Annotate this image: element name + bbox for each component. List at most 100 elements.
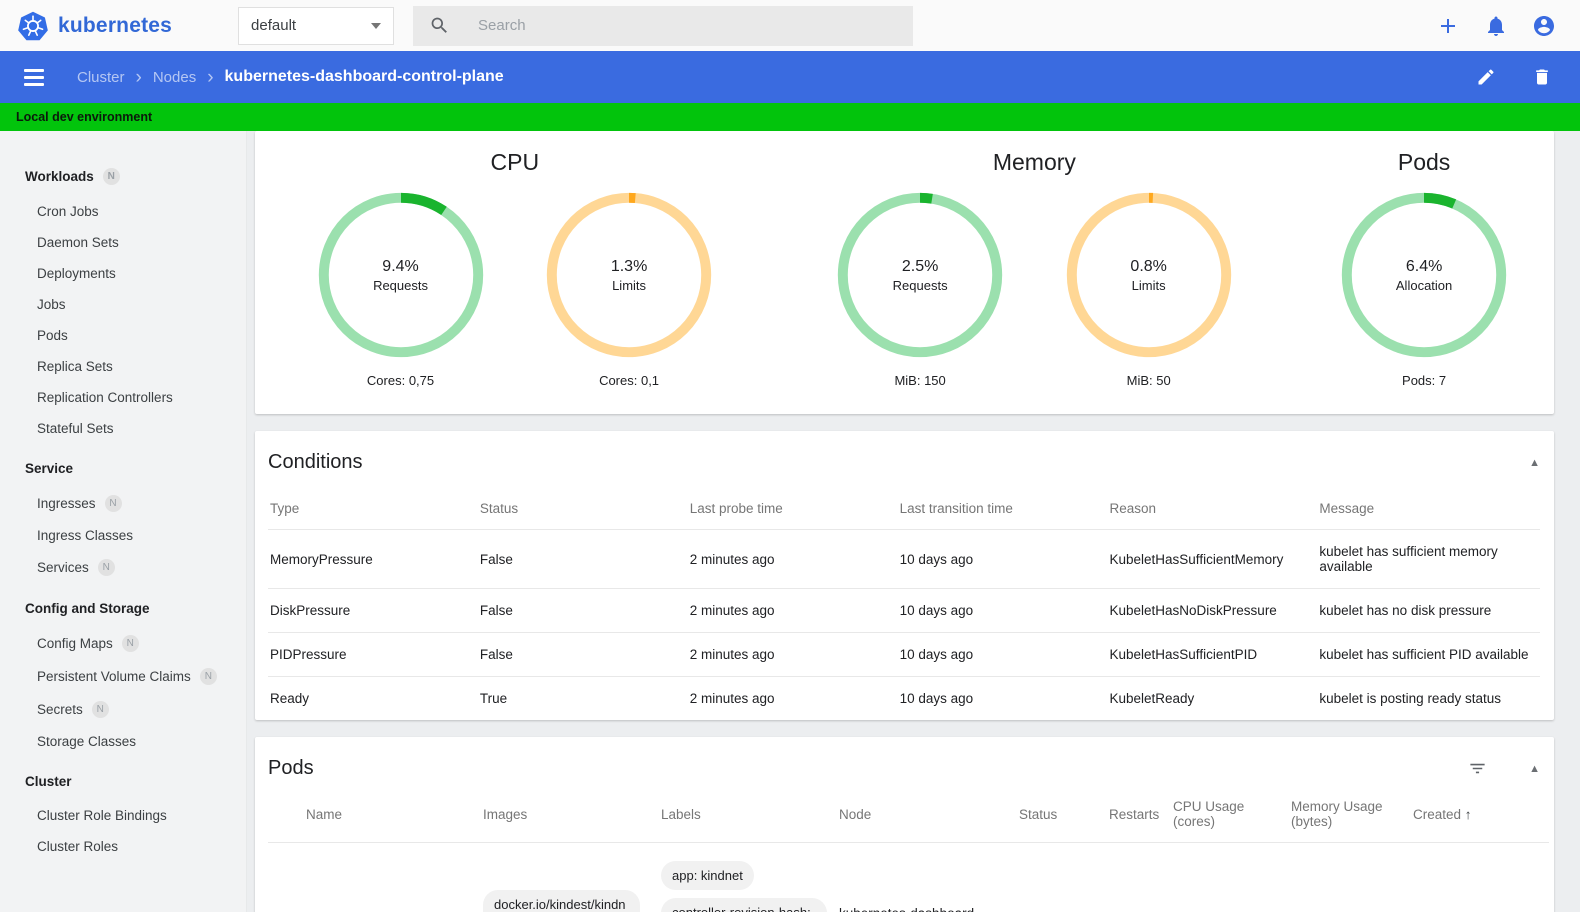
sidebar-item-label: Storage Classes — [37, 734, 137, 749]
sidebar-item-stateful-sets[interactable]: Stateful Sets — [0, 413, 246, 444]
donut-footer-label: MiB: 150 — [894, 373, 946, 388]
pods-column-memory-usage-bytes-[interactable]: Memory Usage (bytes) — [1289, 786, 1411, 843]
donut-allocation: 6.4% Allocation Pods: 7 — [1341, 192, 1507, 388]
donut-chart: 6.4% Allocation — [1341, 192, 1507, 358]
image-chip: docker.io/kindest/kindnetd:v20230511-dc7… — [483, 889, 640, 912]
pods-column-restarts[interactable]: Restarts — [1107, 786, 1171, 843]
sidebar-item-label: Pods — [37, 328, 68, 343]
condition-cell: Ready — [270, 691, 310, 706]
donut-row: 2.5% Requests MiB: 150 0.8% Limits MiB: 50 — [775, 192, 1295, 388]
pods-column-cpu-usage-cores-[interactable]: CPU Usage (cores) — [1171, 786, 1289, 843]
sidebar-item-cron-jobs[interactable]: Cron Jobs — [0, 196, 246, 227]
breadcrumb-item-cluster[interactable]: Cluster — [77, 69, 125, 86]
pod-status-dot-cell — [268, 843, 304, 912]
sidebar-item-storage-classes[interactable]: Storage Classes — [0, 726, 246, 757]
conditions-column-last-probe-time: Last probe time — [687, 488, 898, 530]
resource-actions — [1474, 65, 1554, 89]
sidebar-item-replica-sets[interactable]: Replica Sets — [0, 351, 246, 382]
bell-icon — [1488, 16, 1504, 36]
sidebar-item-ingresses[interactable]: Ingresses N — [0, 487, 246, 520]
donut-percent: 9.4% — [382, 257, 419, 275]
donut-footer-label: Cores: 0,75 — [366, 373, 435, 388]
sidebar-section-cluster: Cluster — [0, 762, 246, 800]
page-body: Workloads N Cron Jobs Daemon Sets Deployment… — [0, 131, 1580, 912]
new-badge: N — [199, 668, 217, 685]
donut-chart: 2.5% Requests — [837, 192, 1003, 358]
sidebar-item-label: Jobs — [37, 297, 66, 312]
conditions-table-header: Type Status Last probe time Last transition… — [268, 488, 1540, 530]
condition-row: Ready True 2 minutes ago 10 days ago Kubelet… — [268, 677, 1540, 721]
create-resource-button[interactable] — [1436, 14, 1460, 38]
allocation-group-cpu: CPU 9.4% Requests Cores: 0,75 1.3% Limits Core… — [255, 147, 775, 388]
edit-resource-button[interactable] — [1474, 65, 1498, 89]
allocation-group-pods: Pods 6.4% Allocation Pods: 7 — [1294, 147, 1554, 388]
delete-resource-button[interactable] — [1530, 65, 1554, 89]
dropdown-caret-icon — [371, 22, 382, 29]
pod-images-cell: docker.io/kindest/kindnetd:v20230511-dc7… — [481, 843, 659, 912]
donut-metric-label: Allocation — [1395, 277, 1453, 293]
conditions-column-reason: Reason — [1107, 488, 1318, 530]
sidebar-item-label: Ingress Classes — [37, 528, 134, 543]
trash-icon — [1536, 69, 1548, 85]
namespace-selector[interactable]: default — [238, 6, 395, 45]
sidebar-item-cluster-roles[interactable]: Cluster Roles — [0, 831, 246, 862]
sidebar-item-ingress-classes[interactable]: Ingress Classes — [0, 520, 246, 551]
pods-column-status[interactable]: Status — [1017, 786, 1107, 843]
new-badge: N — [121, 635, 139, 652]
account-button[interactable] — [1532, 14, 1556, 38]
search-bar[interactable] — [413, 5, 914, 46]
sidebar-item-jobs[interactable]: Jobs — [0, 289, 246, 320]
sidebar-item-daemon-sets[interactable]: Daemon Sets — [0, 227, 246, 258]
condition-cell: DiskPressure — [268, 588, 478, 633]
sidebar-item-label: Ingresses — [37, 496, 96, 511]
condition-cell: kubelet has sufficient PID available — [1317, 632, 1540, 677]
label-chip: app: kindnet — [661, 861, 754, 890]
donut-center-label: 2.5% Requests — [837, 192, 1003, 358]
new-badge: N — [102, 168, 120, 185]
sidebar-item-secrets[interactable]: Secrets N — [0, 693, 246, 726]
notifications-button[interactable] — [1484, 14, 1508, 38]
condition-row: DiskPressure False 2 minutes ago 10 days ag… — [268, 588, 1540, 633]
condition-cell: kubelet is posting ready status — [1319, 691, 1501, 706]
condition-cell: False — [477, 588, 688, 633]
donut-chart: 1.3% Limits — [546, 192, 712, 358]
pods-column-created[interactable]: Created — [1411, 786, 1511, 843]
donut-row: 9.4% Requests Cores: 0,75 1.3% Limits Cores: … — [255, 192, 775, 388]
search-input[interactable] — [476, 16, 898, 35]
sidebar-item-label: Cluster Role Bindings — [37, 808, 167, 823]
donut-footer-label: MiB: 50 — [1126, 373, 1171, 388]
pods-title: Pods — [268, 757, 314, 779]
condition-cell: KubeletHasSufficientMemory — [1107, 529, 1318, 589]
sidebar-item-services[interactable]: Services N — [0, 551, 246, 584]
account-circle-icon — [1534, 15, 1554, 36]
pods-column-node[interactable]: Node — [837, 786, 1017, 843]
condition-cell: 2 minutes ago — [687, 529, 898, 589]
pods-table: Name Images Labels Node Status Restarts CPU Us… — [268, 786, 1549, 912]
sidebar-item-cluster-role-bindings[interactable]: Cluster Role Bindings — [0, 800, 246, 831]
menu-button[interactable] — [24, 68, 44, 86]
kubernetes-logo-link[interactable]: kubernetes — [18, 11, 172, 41]
allocation-group-title: Pods — [1397, 149, 1451, 175]
pods-column-name[interactable]: Name — [304, 786, 481, 843]
collapse-pods-icon[interactable] — [1529, 763, 1540, 775]
sidebar-item-pods[interactable]: Pods — [0, 320, 246, 351]
sidebar-item-config-maps[interactable]: Config Maps N — [0, 627, 246, 660]
sidebar-item-persistent-volume-claims[interactable]: Persistent Volume Claims N — [0, 660, 246, 693]
sidebar-item-label: Secrets — [37, 702, 83, 717]
sidebar-item-label: Config Maps — [37, 636, 113, 651]
condition-cell: 2 minutes ago — [689, 691, 775, 706]
filter-pods-button[interactable] — [1468, 759, 1487, 778]
conditions-table: Type Status Last probe time Last transition… — [268, 488, 1540, 720]
collapse-conditions-icon[interactable] — [1529, 457, 1540, 469]
condition-cell: kubelet has sufficient memory available — [1317, 529, 1540, 589]
pods-column-labels[interactable]: Labels — [659, 786, 837, 843]
pod-name-cell: kindnet-fmj8d — [304, 843, 481, 912]
condition-cell: PIDPressure — [268, 632, 478, 677]
allocation-group-title: CPU — [490, 149, 540, 175]
sidebar-item-deployments[interactable]: Deployments — [0, 258, 246, 289]
breadcrumb-item-nodes[interactable]: Nodes — [153, 69, 196, 86]
donut-footer-label: Cores: 0,1 — [599, 373, 660, 388]
pods-column-images[interactable]: Images — [481, 786, 659, 843]
sidebar-item-label: Cron Jobs — [37, 204, 99, 219]
sidebar-item-replication-controllers[interactable]: Replication Controllers — [0, 382, 246, 413]
